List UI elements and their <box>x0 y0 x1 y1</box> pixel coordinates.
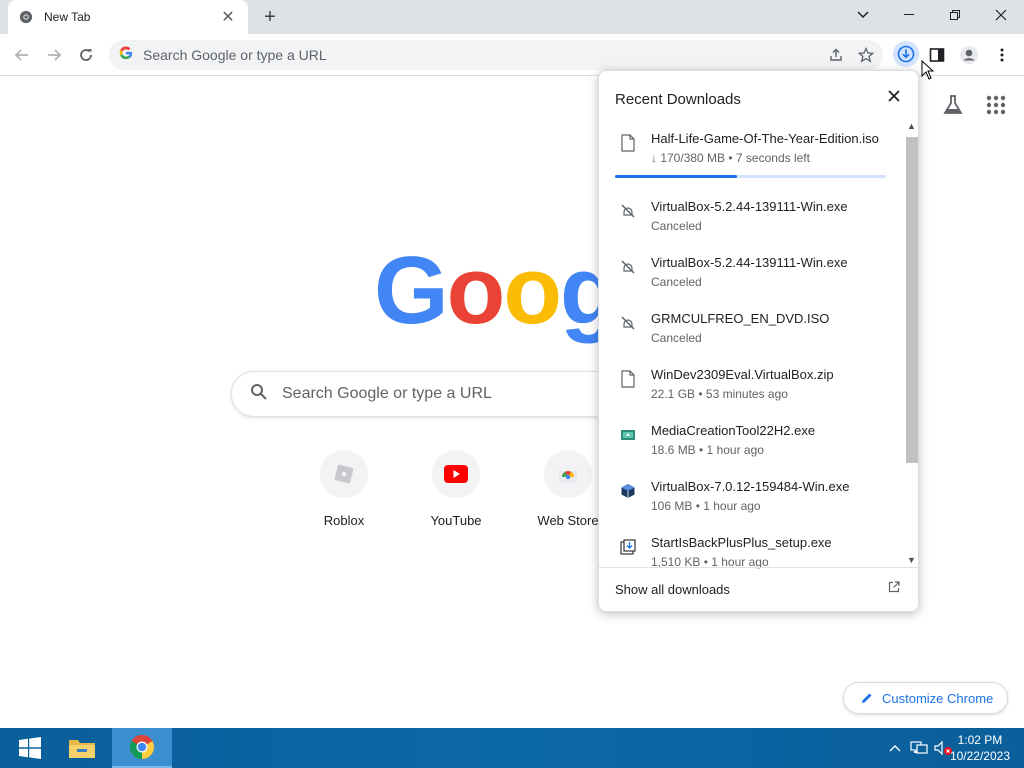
download-progress-bar <box>615 175 886 178</box>
virtualbox-icon <box>619 481 637 501</box>
ntp-top-icons <box>942 94 1006 121</box>
profile-avatar-icon[interactable] <box>956 42 982 68</box>
open-external-icon[interactable] <box>888 581 900 596</box>
address-bar[interactable]: Search Google or type a URL <box>109 40 883 70</box>
pencil-icon <box>862 693 872 703</box>
windows-start-icon[interactable] <box>0 728 60 768</box>
file-icon <box>619 133 637 153</box>
menu-kebab-icon[interactable] <box>989 42 1015 68</box>
download-status: 106 MB • 1 hour ago <box>651 499 761 513</box>
taskbar-clock[interactable]: 1:02 PM 10/22/2023 <box>950 732 1010 764</box>
web-store-icon <box>544 450 592 498</box>
canceled-icon <box>619 313 637 333</box>
customize-chrome-label: Customize Chrome <box>882 690 994 706</box>
search-icon <box>250 383 268 406</box>
download-filename: Half-Life-Game-Of-The-Year-Edition.iso <box>651 131 879 146</box>
minimize-button[interactable] <box>886 0 932 30</box>
shortcut-roblox[interactable]: Roblox <box>294 450 394 528</box>
shortcut-youtube[interactable]: YouTube <box>406 450 506 528</box>
new-tab-button[interactable]: + <box>258 5 282 29</box>
installer-icon <box>619 537 637 557</box>
download-item[interactable]: VirtualBox-5.2.44-139111-Win.exe Cancele… <box>599 251 899 307</box>
downloads-scrollbar[interactable]: ▲ ▼ <box>902 119 918 567</box>
download-status: Canceled <box>651 331 702 345</box>
labs-flask-icon[interactable] <box>942 94 964 121</box>
shortcut-label: Roblox <box>323 513 365 528</box>
download-filename: VirtualBox-7.0.12-159484-Win.exe <box>651 479 850 494</box>
mouse-cursor-icon <box>921 59 935 85</box>
downloads-footer: Show all downloads <box>599 567 918 611</box>
network-icon[interactable] <box>908 728 930 768</box>
google-apps-grid-icon[interactable] <box>986 95 1006 120</box>
downloads-icon[interactable] <box>893 41 919 67</box>
scroll-down-icon[interactable]: ▼ <box>907 555 916 565</box>
chrome-taskbar-icon[interactable] <box>112 728 172 768</box>
roblox-icon <box>320 450 368 498</box>
downloads-close-icon[interactable] <box>888 89 900 107</box>
download-item[interactable]: WinDev2309Eval.VirtualBox.zip 22.1 GB • … <box>599 363 899 419</box>
downloads-bubble: Recent Downloads Half-Life-Game-Of-The-Y… <box>598 70 919 612</box>
reload-button[interactable] <box>73 42 99 68</box>
back-button[interactable] <box>9 42 35 68</box>
download-item[interactable]: VirtualBox-5.2.44-139111-Win.exe Cancele… <box>599 195 899 251</box>
restore-button[interactable] <box>932 0 978 30</box>
windows-taskbar: 1:02 PM 10/22/2023 <box>0 728 1024 768</box>
tab-close-icon[interactable]: ✕ <box>218 7 238 27</box>
logo-letter: o <box>446 237 506 344</box>
show-all-downloads-link[interactable]: Show all downloads <box>615 582 730 597</box>
canceled-icon <box>619 257 637 277</box>
forward-button[interactable] <box>41 42 67 68</box>
ntp-search-placeholder: Search Google or type a URL <box>282 385 492 402</box>
logo-letter: G <box>374 237 449 344</box>
tab-new-tab[interactable]: New Tab ✕ <box>8 0 248 34</box>
tray-chevron-icon[interactable] <box>885 728 905 768</box>
clock-time: 1:02 PM <box>957 733 1003 747</box>
share-icon[interactable] <box>823 42 849 68</box>
file-icon <box>619 369 637 389</box>
tab-title: New Tab <box>44 10 91 24</box>
download-filename: GRMCULFREO_EN_DVD.ISO <box>651 311 830 326</box>
media-creation-icon <box>619 425 637 445</box>
download-filename: VirtualBox-5.2.44-139111-Win.exe <box>651 199 848 214</box>
clock-date: 10/22/2023 <box>949 749 1010 763</box>
download-item[interactable]: VirtualBox-7.0.12-159484-Win.exe 106 MB … <box>599 475 899 531</box>
youtube-icon <box>432 450 480 498</box>
close-window-button[interactable] <box>978 0 1024 30</box>
download-filename: VirtualBox-5.2.44-139111-Win.exe <box>651 255 848 270</box>
scroll-up-icon[interactable]: ▲ <box>907 121 916 131</box>
canceled-icon <box>619 201 637 221</box>
download-filename: MediaCreationTool22H2.exe <box>651 423 816 438</box>
download-filename: StartIsBackPlusPlus_setup.exe <box>651 535 832 550</box>
download-item[interactable]: MediaCreationTool22H2.exe 18.6 MB • 1 ho… <box>599 419 899 475</box>
tab-search-icon[interactable] <box>840 0 886 30</box>
download-filename: WinDev2309Eval.VirtualBox.zip <box>651 367 834 382</box>
chrome-icon <box>18 9 34 25</box>
download-status: 18.6 MB • 1 hour ago <box>651 443 764 457</box>
download-progress-fill <box>615 175 737 178</box>
download-status: ↓ 170/380 MB • 7 seconds left <box>651 151 810 165</box>
customize-chrome-button[interactable]: Customize Chrome <box>843 682 1008 714</box>
download-status: Canceled <box>651 275 702 289</box>
file-explorer-icon[interactable] <box>52 728 112 768</box>
downloads-title: Recent Downloads <box>615 91 741 108</box>
scrollbar-thumb[interactable] <box>906 137 918 463</box>
google-g-icon <box>119 45 133 65</box>
logo-letter: o <box>503 237 562 344</box>
download-item[interactable]: GRMCULFREO_EN_DVD.ISO Canceled <box>599 307 899 363</box>
address-bar-placeholder: Search Google or type a URL <box>143 47 327 63</box>
bookmark-star-icon[interactable] <box>853 42 879 68</box>
download-status: Canceled <box>651 219 702 233</box>
download-status: 22.1 GB • 53 minutes ago <box>651 387 788 401</box>
tab-strip: New Tab ✕ + <box>0 0 1024 34</box>
shortcut-label: YouTube <box>430 513 482 528</box>
